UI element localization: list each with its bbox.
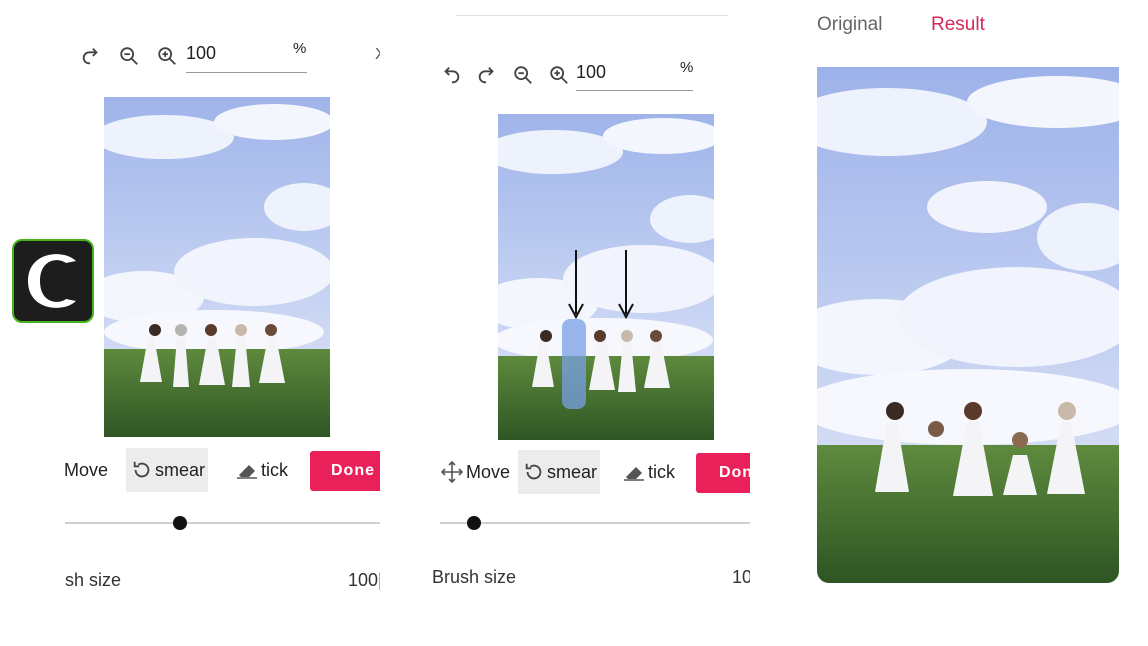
- c-logo-icon: [12, 239, 94, 323]
- zoom-in-icon[interactable]: [548, 64, 570, 86]
- editor-panel-2: 100 % Move smear tick Don Brush size 10: [430, 0, 750, 646]
- smear-tool[interactable]: smear: [126, 448, 209, 492]
- zoom-input[interactable]: 100: [186, 43, 216, 64]
- redo-icon[interactable]: [80, 45, 102, 67]
- brush-size-label: Brush size: [432, 567, 517, 587]
- redo-icon[interactable]: [476, 64, 498, 86]
- zoom-out-icon[interactable]: [512, 64, 534, 86]
- top-divider: [456, 15, 728, 16]
- brush-size-slider[interactable]: [65, 522, 380, 524]
- tab-original[interactable]: Original: [817, 14, 882, 36]
- zoom-in-icon[interactable]: [156, 45, 178, 67]
- move-tool[interactable]: Move: [440, 450, 510, 494]
- zoom-input[interactable]: 100: [576, 62, 606, 83]
- eraser-icon: [237, 465, 257, 479]
- eraser-icon: [624, 467, 644, 481]
- smear-tool[interactable]: smear: [518, 450, 601, 494]
- tick-tool[interactable]: tick: [235, 448, 288, 492]
- brush-size-value: 10: [732, 567, 750, 587]
- brush-size-value: 100|: [348, 570, 380, 590]
- tick-tool[interactable]: tick: [622, 450, 675, 494]
- zoom-unit: %: [293, 40, 307, 57]
- brush-size-knob[interactable]: [467, 516, 481, 530]
- editor-panel-1: 100 % X Move: [60, 0, 380, 646]
- brush-size-label: sh size: [65, 570, 122, 590]
- result-photo: [817, 67, 1119, 583]
- rotate-icon: [525, 463, 542, 480]
- done-button[interactable]: Don: [696, 453, 750, 493]
- undo-icon[interactable]: [440, 64, 462, 86]
- zoom-unit: %: [680, 59, 694, 76]
- zoom-input-underline: [576, 90, 693, 91]
- tick-tool-label: tick: [261, 459, 288, 480]
- rotate-icon: [133, 461, 150, 478]
- zoom-out-icon[interactable]: [118, 45, 140, 67]
- move-tool-label: Move: [64, 459, 109, 480]
- tick-tool-label: tick: [648, 461, 675, 482]
- tab-result[interactable]: Result: [931, 14, 985, 36]
- clip-edge-glyph: X: [375, 46, 380, 64]
- result-panel: Original Result: [800, 0, 1148, 646]
- brush-size-knob[interactable]: [173, 516, 187, 530]
- smear-tool-label: smear: [155, 459, 206, 480]
- move-tool-label: Move: [466, 461, 511, 482]
- zoom-input-underline: [186, 72, 307, 73]
- canvas-photo[interactable]: [104, 97, 330, 437]
- canvas-photo[interactable]: [498, 114, 714, 440]
- smear-tool-label: smear: [547, 461, 598, 482]
- move-icon: [440, 460, 464, 484]
- done-button[interactable]: Done: [310, 451, 380, 491]
- move-tool[interactable]: Move: [64, 448, 108, 492]
- brush-size-slider[interactable]: [440, 522, 750, 524]
